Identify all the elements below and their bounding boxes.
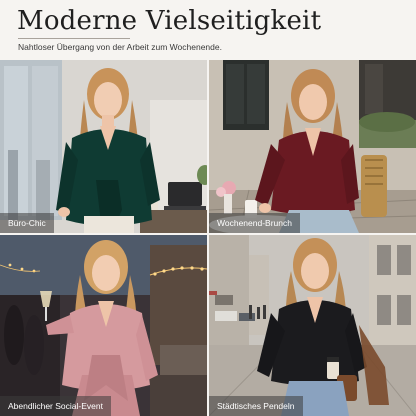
page-subtitle: Nahtloser Übergang von der Arbeit zum Wo… [18, 42, 222, 52]
brunch-photo [209, 60, 416, 233]
header: Moderne Vielseitigkeit Nahtloser Übergan… [0, 0, 416, 58]
caption-evening: Abendlicher Social-Event [0, 396, 111, 416]
caption-brunch: Wochenend-Brunch [209, 213, 300, 233]
caption-office: Büro-Chic [0, 213, 54, 233]
panel-brunch: Wochenend-Brunch [209, 60, 416, 233]
panel-evening: Abendlicher Social-Event [0, 235, 207, 416]
title-divider [18, 38, 130, 39]
evening-photo [0, 235, 207, 416]
caption-commute: Städtisches Pendeln [209, 396, 303, 416]
panel-office: Büro-Chic [0, 60, 207, 233]
panel-commute: Städtisches Pendeln [209, 235, 416, 416]
office-photo [0, 60, 207, 233]
commute-photo [209, 235, 416, 416]
page-title: Moderne Vielseitigkeit [17, 6, 322, 36]
